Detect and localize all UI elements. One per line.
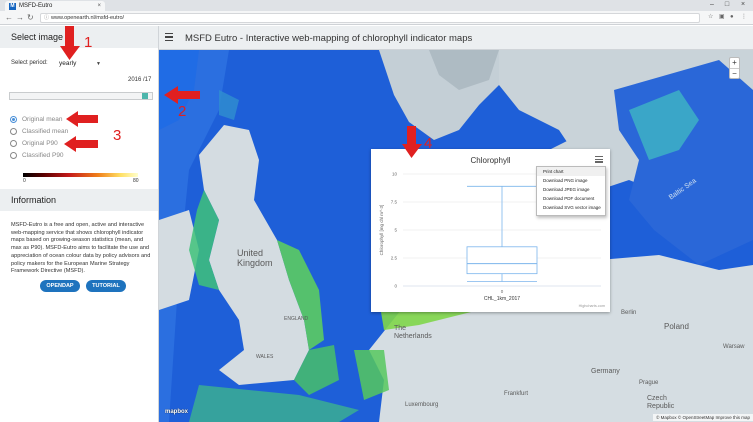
app-title: MSFD Eutro - Interactive web-mapping of … xyxy=(185,33,473,44)
app-header: MSFD Eutro - Interactive web-mapping of … xyxy=(159,26,753,50)
slider-value-label: 2016 /17 xyxy=(128,77,152,83)
radio-classified-p90[interactable]: Classified P90 xyxy=(10,151,64,161)
y-tick-label: 2.5 xyxy=(391,256,398,261)
map-label-netherlands: The Netherlands xyxy=(394,325,432,340)
menu-download-png[interactable]: Download PNG image xyxy=(537,176,605,185)
reload-icon[interactable]: ↻ xyxy=(27,12,34,24)
sidebar: Select image Select period: yearly ▼ 201… xyxy=(0,26,159,422)
y-axis-title: Chlorophyll [mg chl m^-3] xyxy=(379,205,384,256)
tab-title: MSFD-Eutro xyxy=(19,3,53,9)
y-tick-label: 10 xyxy=(392,172,398,177)
profile-icon[interactable]: ● xyxy=(730,14,737,21)
url-field[interactable]: ⓘ www.openearth.nl/msfd-eutro/ xyxy=(40,13,700,23)
window-close-icon[interactable]: × xyxy=(736,0,750,10)
radio-label: Classified P90 xyxy=(22,152,64,159)
annotation-arrow-3a xyxy=(66,111,98,127)
period-select[interactable]: yearly ▼ xyxy=(59,59,103,69)
radio-label: Original mean xyxy=(22,116,63,123)
zoom-out-button[interactable]: − xyxy=(730,68,739,78)
annotation-number-3: 3 xyxy=(113,127,122,144)
extension-icon[interactable]: ▣ xyxy=(719,14,726,21)
bookmark-star-icon[interactable]: ☆ xyxy=(708,14,715,21)
box-iqr xyxy=(466,246,538,275)
map-label-berlin: Berlin xyxy=(621,310,637,316)
map-label-luxembourg: Luxembourg xyxy=(405,402,439,408)
forward-icon[interactable]: → xyxy=(16,12,24,24)
back-icon[interactable]: ← xyxy=(5,12,13,24)
radio-dot[interactable] xyxy=(10,140,17,147)
maximize-icon[interactable]: □ xyxy=(720,0,734,10)
menu-download-svg[interactable]: Download SVG vector image xyxy=(537,203,605,212)
browser-menu-icon[interactable]: ⋮ xyxy=(741,14,748,21)
y-tick-label: 7.5 xyxy=(391,200,398,205)
legend-series-name: CHL_1km_2017 xyxy=(484,296,520,302)
map-label-germany: Germany xyxy=(591,368,620,375)
map-attribution[interactable]: © Mapbox © OpenStreetMap Improve this ma… xyxy=(653,414,753,421)
annotation-arrow-2 xyxy=(164,86,200,104)
tab-close-icon[interactable]: × xyxy=(97,1,101,11)
legend-max: 80 xyxy=(133,178,139,184)
map-label-warsaw: Warsaw xyxy=(723,344,745,350)
menu-download-jpeg[interactable]: Download JPEG image xyxy=(537,185,605,194)
map-label-poland: Poland xyxy=(664,322,689,331)
map-label-frankfurt: Frankfurt xyxy=(504,391,529,397)
x-tick-label: 0 xyxy=(501,289,504,294)
address-bar-row: ← → ↻ ⓘ www.openearth.nl/msfd-eutro/ ☆ ▣… xyxy=(0,11,753,25)
chart-menu-icon[interactable] xyxy=(595,156,603,164)
site-favicon-icon: M xyxy=(9,3,16,10)
map-label-united-kingdom: United Kingdom xyxy=(237,248,273,268)
slider-handle[interactable] xyxy=(142,93,148,99)
radio-label: Original P90 xyxy=(22,140,58,147)
y-tick-label: 0 xyxy=(394,284,397,289)
colour-legend-bar xyxy=(23,173,138,177)
url-text: www.openearth.nl/msfd-eutro/ xyxy=(51,15,125,21)
browser-tab-strip: M MSFD-Eutro × – □ × xyxy=(0,0,753,11)
information-header: Information xyxy=(0,189,158,211)
annotation-arrow-1 xyxy=(60,26,80,60)
radio-label: Classified mean xyxy=(22,128,69,135)
browser-tab[interactable]: M MSFD-Eutro × xyxy=(5,1,105,11)
map-label-prague: Prague xyxy=(639,380,659,386)
information-text: MSFD-Eutro is a free and open, active an… xyxy=(11,222,151,275)
opendap-button[interactable]: OPENDAP xyxy=(40,280,80,292)
tutorial-button[interactable]: TUTORIAL xyxy=(86,280,126,292)
menu-print-chart[interactable]: Print chart xyxy=(537,167,605,176)
annotation-arrow-4 xyxy=(402,126,422,158)
y-tick-label: 5 xyxy=(394,228,397,233)
radio-classified-mean[interactable]: Classified mean xyxy=(10,127,68,137)
legend-min: 0 xyxy=(23,178,26,184)
menu-icon[interactable] xyxy=(165,33,174,42)
annotation-number-2: 2 xyxy=(178,103,187,120)
menu-download-pdf[interactable]: Download PDF document xyxy=(537,194,605,203)
map-label-wales: WALES xyxy=(256,354,274,360)
annotation-arrow-3b xyxy=(64,136,98,152)
radio-original-mean[interactable]: Original mean xyxy=(10,115,62,125)
mapbox-logo[interactable]: mapbox xyxy=(165,409,188,415)
page-info-icon[interactable]: ⓘ xyxy=(44,14,49,23)
annotation-number-4: 4 xyxy=(424,135,433,152)
period-label: Select period: xyxy=(11,60,48,66)
map-label-england: ENGLAND xyxy=(284,316,309,322)
period-select-value: yearly xyxy=(59,60,77,67)
minimize-icon[interactable]: – xyxy=(705,0,719,10)
radio-original-p90[interactable]: Original P90 xyxy=(10,139,58,149)
chart-title: Chlorophyll xyxy=(470,156,510,165)
chart-credits: Highcharts.com xyxy=(579,304,605,308)
annotation-number-1: 1 xyxy=(84,34,93,51)
zoom-control: + − xyxy=(729,57,740,79)
radio-dot[interactable] xyxy=(10,116,17,123)
chart-export-menu: Print chart Download PNG image Download … xyxy=(536,166,606,216)
zoom-in-button[interactable]: + xyxy=(730,58,739,68)
radio-dot[interactable] xyxy=(10,128,17,135)
radio-dot[interactable] xyxy=(10,152,17,159)
time-slider[interactable] xyxy=(9,92,153,100)
map-label-czech-republic: Czech Republic xyxy=(647,395,675,410)
chevron-down-icon: ▼ xyxy=(96,61,101,67)
